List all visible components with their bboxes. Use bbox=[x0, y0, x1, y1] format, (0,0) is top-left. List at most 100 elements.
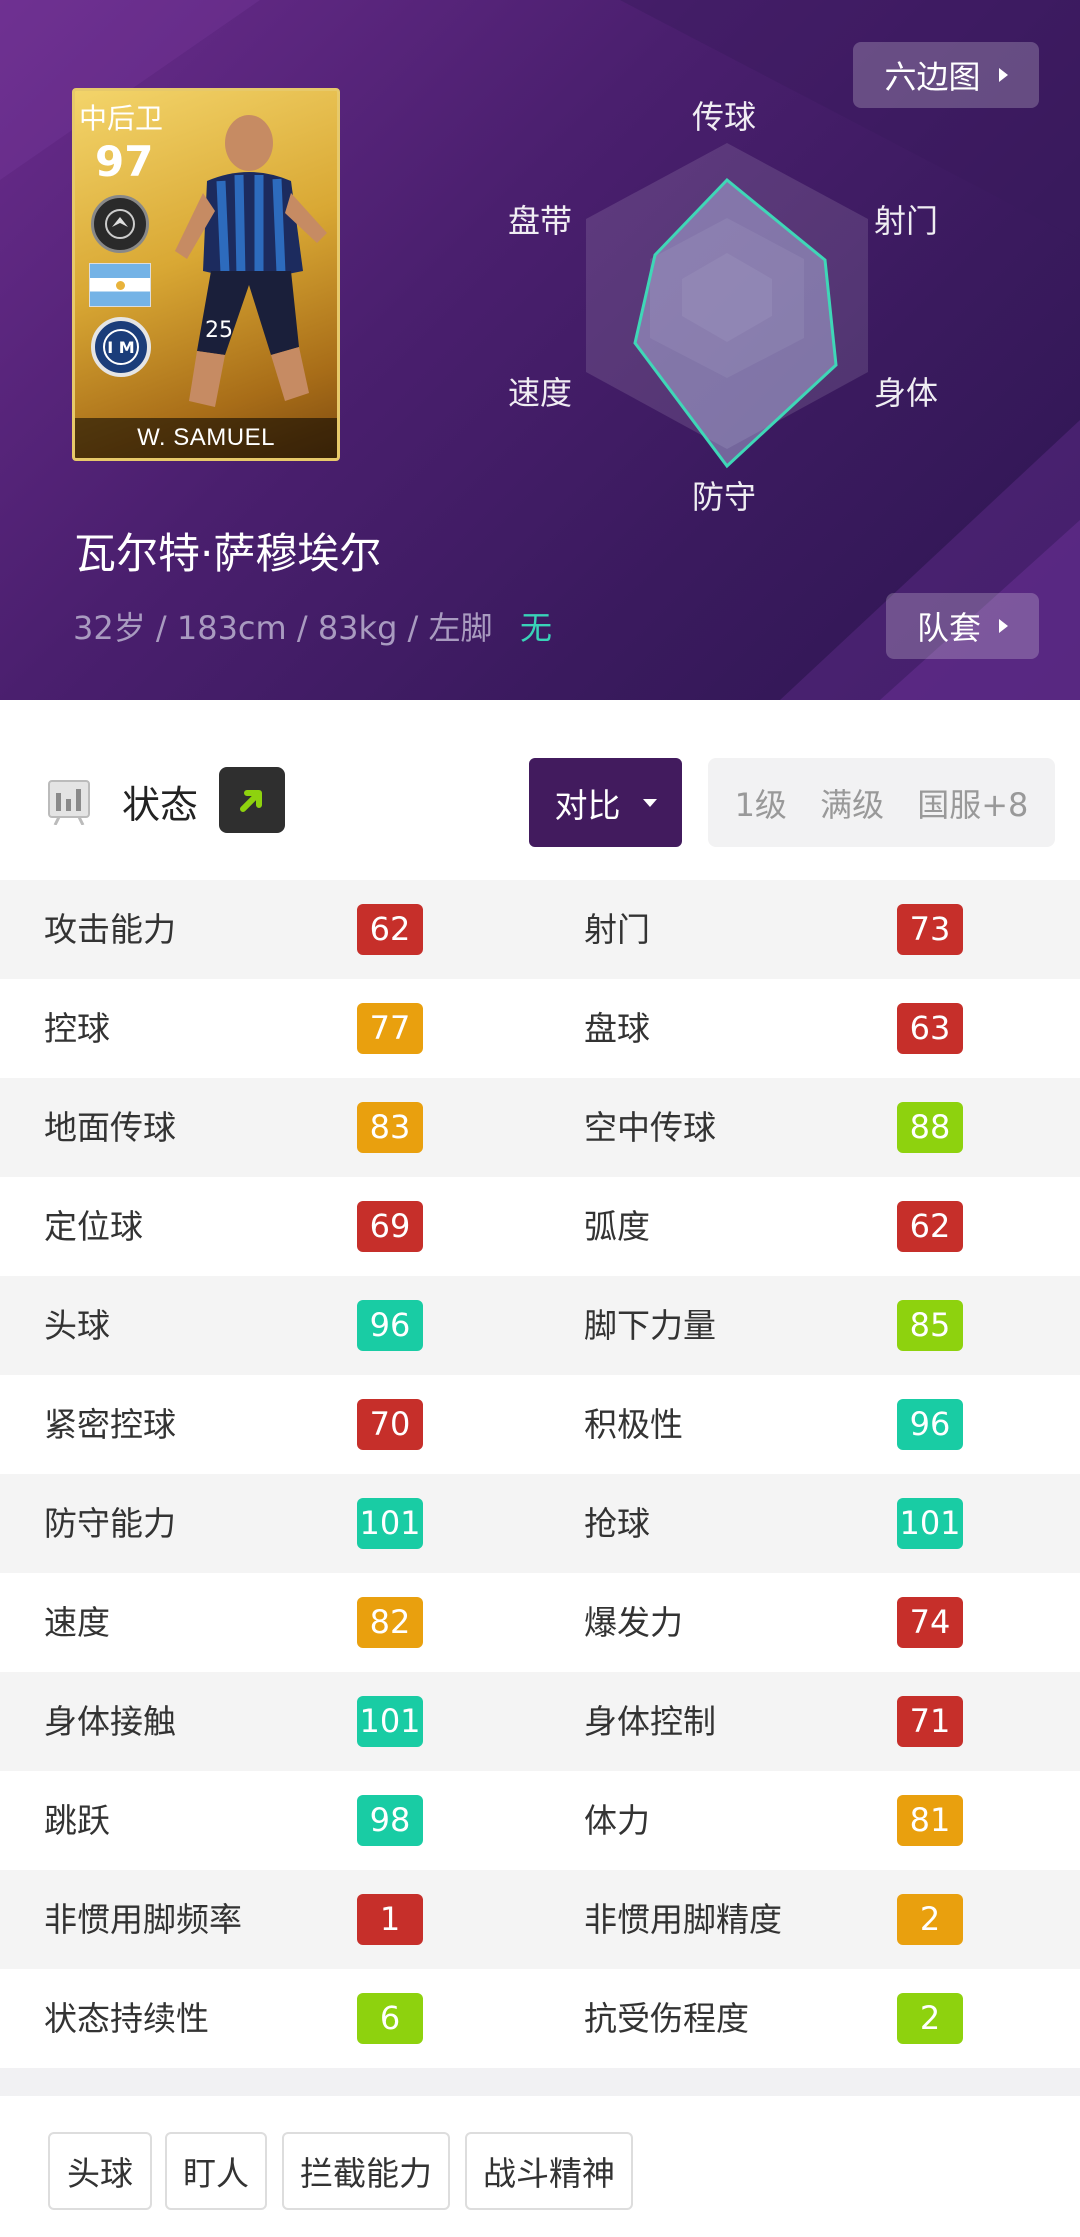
level-option-1[interactable]: 1级 bbox=[735, 780, 787, 826]
card-player-name: W. SAMUEL bbox=[75, 418, 337, 458]
player-photo-silhouette: 25 bbox=[175, 115, 327, 407]
table-row: 非惯用脚频率 1 非惯用脚精度 2 bbox=[0, 1870, 1080, 1969]
player-extra-tag: 无 bbox=[520, 609, 553, 647]
stat-value-badge: 82 bbox=[357, 1597, 423, 1648]
argentina-flag-icon bbox=[89, 263, 151, 307]
stat-name: 抗受伤程度 bbox=[584, 1999, 749, 2038]
stat-value-badge: 101 bbox=[357, 1498, 423, 1549]
stat-name: 体力 bbox=[584, 1801, 650, 1840]
card-style-badge-icon bbox=[91, 195, 149, 253]
radar-chart-graphic bbox=[586, 143, 868, 469]
radar-label-physical: 身体 bbox=[874, 374, 939, 412]
radar-label-speed: 速度 bbox=[508, 374, 573, 412]
skill-tag[interactable]: 战斗精神 bbox=[465, 2132, 633, 2210]
stat-name: 跳跃 bbox=[44, 1801, 110, 1840]
stat-value-badge: 77 bbox=[357, 1003, 423, 1054]
caret-down-icon bbox=[642, 798, 657, 807]
chevron-right-icon bbox=[999, 619, 1008, 633]
stat-value-badge: 71 bbox=[897, 1696, 963, 1747]
stat-name: 爆发力 bbox=[584, 1603, 683, 1642]
level-option-max[interactable]: 满级 bbox=[820, 780, 884, 826]
status-form-button[interactable] bbox=[219, 767, 285, 833]
stat-name: 头球 bbox=[44, 1306, 110, 1345]
skill-tag[interactable]: 拦截能力 bbox=[282, 2132, 450, 2210]
radar-label-defense: 防守 bbox=[692, 478, 757, 516]
stat-name: 脚下力量 bbox=[584, 1306, 716, 1345]
stat-value-badge: 73 bbox=[897, 904, 963, 955]
stat-value-badge: 88 bbox=[897, 1102, 963, 1153]
table-row: 定位球 69 弧度 62 bbox=[0, 1177, 1080, 1276]
stat-name: 控球 bbox=[44, 1009, 110, 1048]
table-row: 地面传球 83 空中传球 88 bbox=[0, 1078, 1080, 1177]
stat-value-badge: 6 bbox=[357, 1993, 423, 2044]
stat-name: 紧密控球 bbox=[44, 1405, 176, 1444]
level-option-server-plus8[interactable]: 国服+8 bbox=[917, 780, 1028, 826]
stat-name: 非惯用脚精度 bbox=[584, 1900, 782, 1939]
player-full-name: 瓦尔特·萨穆埃尔 bbox=[74, 529, 382, 578]
stat-value-badge: 2 bbox=[897, 1993, 963, 2044]
table-row: 身体接触 101 身体控制 71 bbox=[0, 1672, 1080, 1771]
stat-value-badge: 69 bbox=[357, 1201, 423, 1252]
player-card[interactable]: 中后卫 97 I M 25 W. SAMUEL bbox=[72, 88, 340, 461]
stat-name: 定位球 bbox=[44, 1207, 143, 1246]
svg-text:I M: I M bbox=[107, 338, 134, 357]
stat-name: 积极性 bbox=[584, 1405, 683, 1444]
stat-value-badge: 81 bbox=[897, 1795, 963, 1846]
stat-value-badge: 74 bbox=[897, 1597, 963, 1648]
skill-tag[interactable]: 盯人 bbox=[165, 2132, 267, 2210]
stat-name: 空中传球 bbox=[584, 1108, 716, 1147]
status-chart-icon bbox=[48, 780, 90, 825]
kit-button[interactable]: 队套 bbox=[886, 593, 1039, 659]
stat-value-badge: 62 bbox=[897, 1201, 963, 1252]
stat-name: 攻击能力 bbox=[44, 910, 176, 949]
stat-name: 抢球 bbox=[584, 1504, 650, 1543]
table-row: 紧密控球 70 积极性 96 bbox=[0, 1375, 1080, 1474]
stat-name: 速度 bbox=[44, 1603, 110, 1642]
card-rating: 97 bbox=[95, 137, 154, 186]
chevron-right-icon bbox=[998, 68, 1008, 82]
table-row: 跳跃 98 体力 81 bbox=[0, 1771, 1080, 1870]
stat-value-badge: 63 bbox=[897, 1003, 963, 1054]
stat-name: 非惯用脚频率 bbox=[44, 1900, 242, 1939]
table-row: 防守能力 101 抢球 101 bbox=[0, 1474, 1080, 1573]
stat-value-badge: 96 bbox=[897, 1399, 963, 1450]
level-selector: 1级 满级 国服+8 bbox=[708, 758, 1055, 847]
stat-name: 状态持续性 bbox=[44, 1999, 209, 2038]
table-row: 速度 82 爆发力 74 bbox=[0, 1573, 1080, 1672]
skill-tag[interactable]: 头球 bbox=[48, 2132, 152, 2210]
stat-name: 射门 bbox=[584, 910, 650, 949]
player-bio-info: 32岁 / 183cm / 83kg / 左脚 bbox=[73, 609, 493, 647]
inter-club-crest-icon: I M bbox=[91, 317, 151, 377]
stat-name: 身体控制 bbox=[584, 1702, 716, 1741]
arrow-up-right-icon bbox=[240, 790, 262, 812]
stat-name: 盘球 bbox=[584, 1009, 650, 1048]
skills-section: 头球 盯人 拦截能力 战斗精神 bbox=[0, 2096, 1080, 2237]
table-row: 攻击能力 62 射门 73 bbox=[0, 880, 1080, 979]
kit-button-label: 队套 bbox=[916, 609, 981, 647]
compare-label: 对比 bbox=[554, 785, 621, 825]
svg-text:25: 25 bbox=[205, 318, 233, 343]
table-row: 头球 96 脚下力量 85 bbox=[0, 1276, 1080, 1375]
stat-value-badge: 83 bbox=[357, 1102, 423, 1153]
status-label: 状态 bbox=[122, 783, 199, 827]
stat-value-badge: 101 bbox=[357, 1696, 423, 1747]
stat-value-badge: 1 bbox=[357, 1894, 423, 1945]
stat-value-badge: 62 bbox=[357, 904, 423, 955]
stats-table: 攻击能力 62 射门 73 控球 77 盘球 63 地面传球 83 空中传球 88 定位球 69 弧度 62 头… bbox=[0, 880, 1080, 2068]
compare-dropdown[interactable]: 对比 bbox=[529, 758, 682, 847]
stat-value-badge: 101 bbox=[897, 1498, 963, 1549]
status-toolbar: 状态 对比 1级 满级 国服+8 bbox=[0, 700, 1080, 880]
stat-value-badge: 70 bbox=[357, 1399, 423, 1450]
stat-value-badge: 96 bbox=[357, 1300, 423, 1351]
radar-chart: 传球 盘带 射门 速度 身体 防守 bbox=[480, 80, 980, 520]
stat-name: 身体接触 bbox=[44, 1702, 176, 1741]
radar-label-passing: 传球 bbox=[692, 98, 757, 136]
table-row: 控球 77 盘球 63 bbox=[0, 979, 1080, 1078]
table-row: 状态持续性 6 抗受伤程度 2 bbox=[0, 1969, 1080, 2068]
stat-name: 地面传球 bbox=[44, 1108, 176, 1147]
stat-name: 防守能力 bbox=[44, 1504, 176, 1543]
card-position: 中后卫 bbox=[79, 102, 164, 135]
player-header: 中后卫 97 I M 25 W. SAMUEL 六边图 传球 盘带 射门 速度 … bbox=[0, 0, 1080, 700]
stat-value-badge: 98 bbox=[357, 1795, 423, 1846]
stat-value-badge: 85 bbox=[897, 1300, 963, 1351]
